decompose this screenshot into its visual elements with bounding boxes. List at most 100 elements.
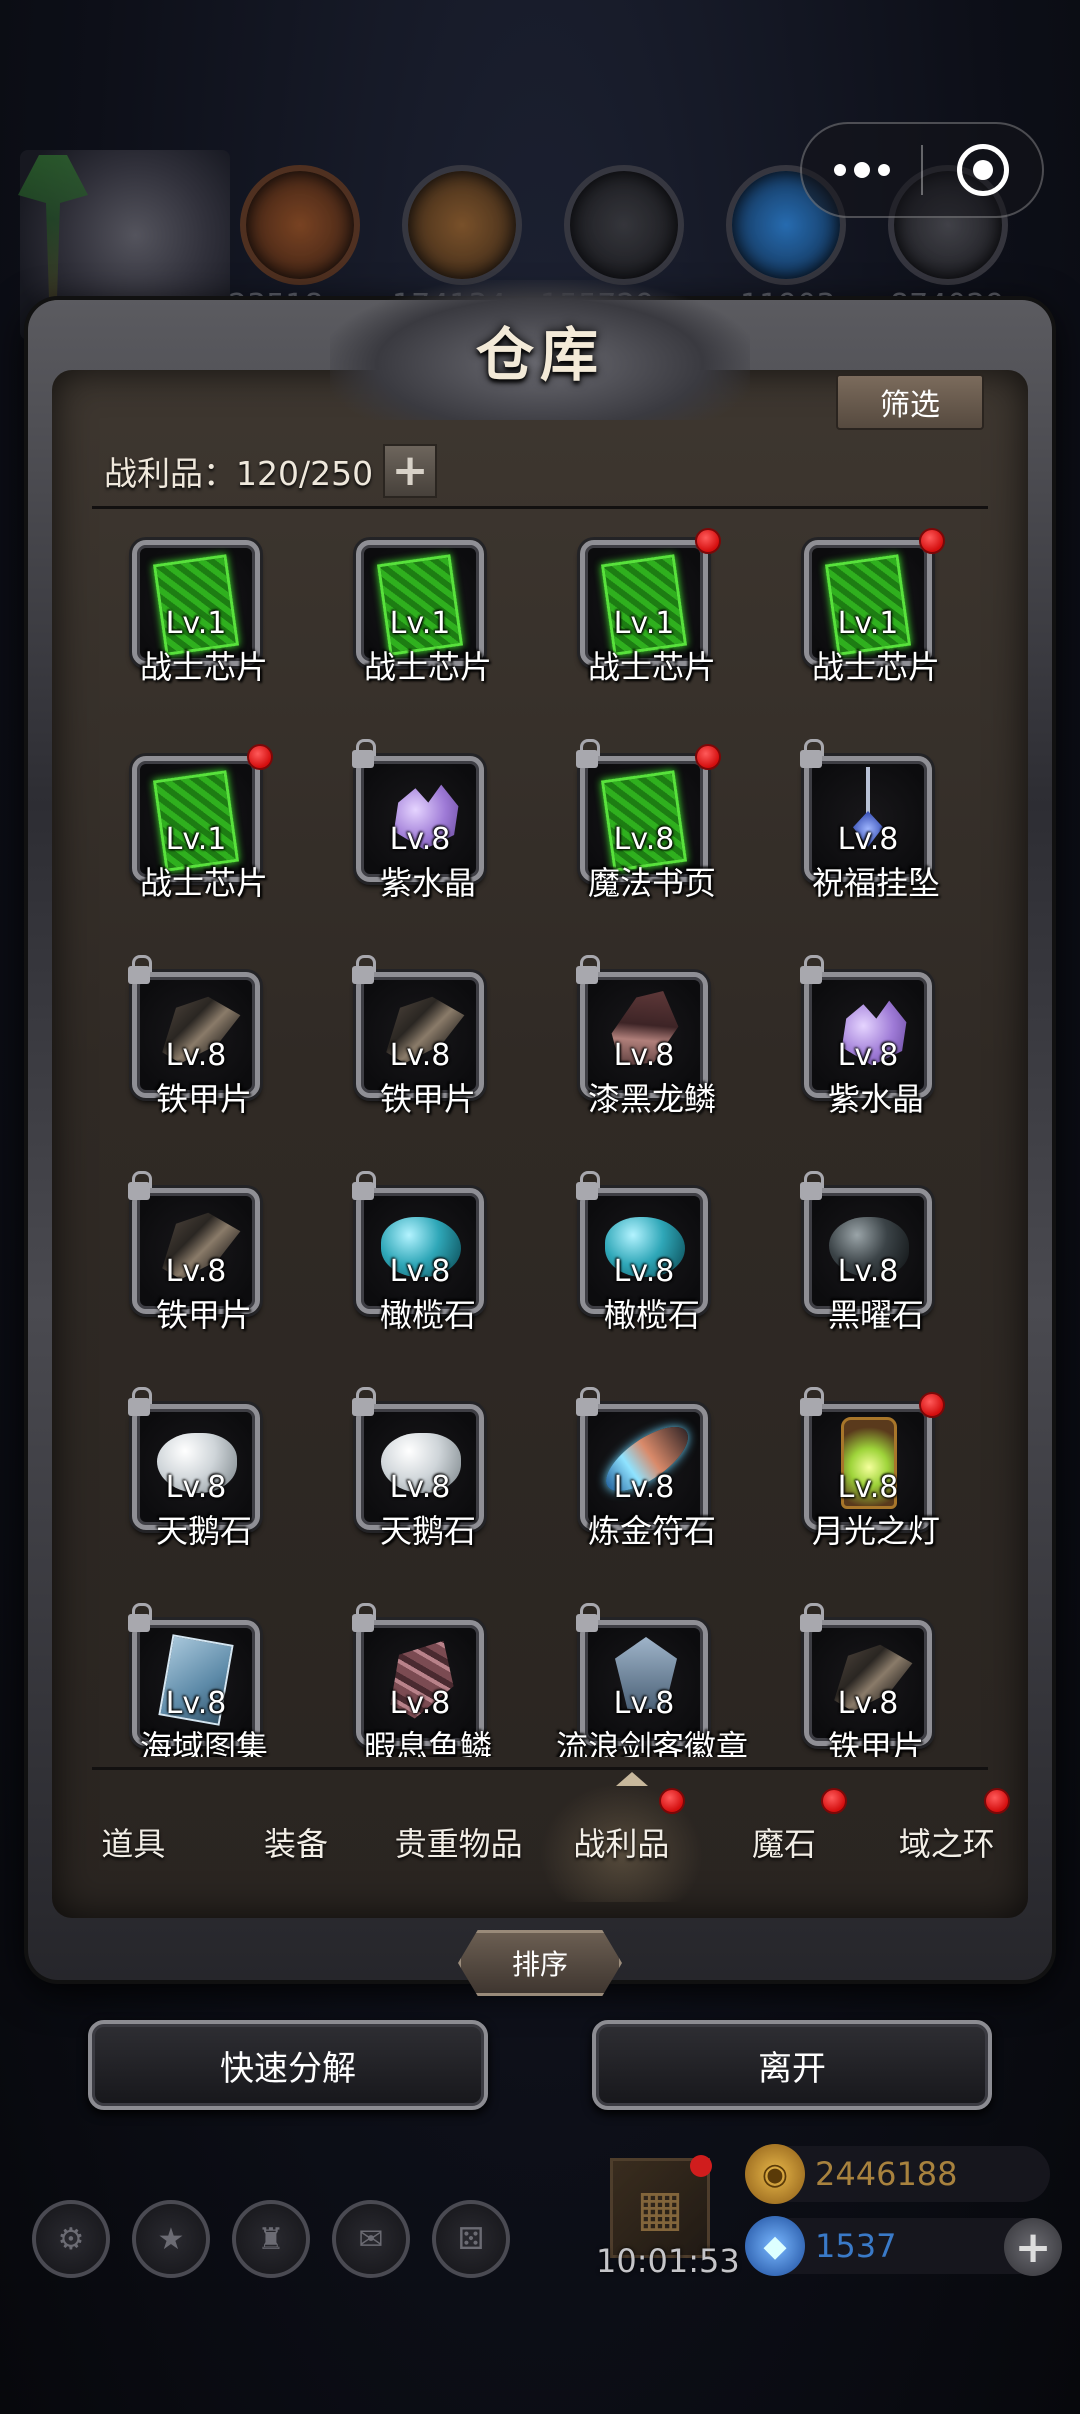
item-name: 黑曜石	[827, 1296, 924, 1334]
inventory-item[interactable]: Lv.8 橄榄石	[540, 1160, 764, 1376]
leave-button[interactable]: 离开	[592, 2020, 992, 2110]
guild-icon[interactable]: ♜	[232, 2200, 310, 2278]
item-level: Lv.1	[613, 606, 675, 641]
add-gems-button[interactable]: +	[1004, 2218, 1062, 2276]
new-item-dot	[695, 744, 721, 770]
inventory-item[interactable]: Lv.8 铁甲片	[92, 1160, 316, 1376]
item-name: 魔法书页	[587, 864, 716, 902]
item-name: 天鹅石	[155, 1512, 252, 1550]
inventory-item[interactable]: Lv.8 黑曜石	[764, 1160, 988, 1376]
item-name: 月光之灯	[811, 1512, 940, 1550]
item-name: 战士芯片	[363, 648, 492, 686]
item-level: Lv.8	[389, 1470, 451, 1505]
item-level: Lv.8	[165, 1038, 227, 1073]
inventory-item[interactable]: Lv.8 橄榄石	[316, 1160, 540, 1376]
tab-label: 贵重物品	[394, 1825, 523, 1863]
item-name: 战士芯片	[587, 648, 716, 686]
inventory-item[interactable]: Lv.1 战士芯片	[540, 512, 764, 728]
item-level: Lv.8	[837, 822, 899, 857]
item-level: Lv.8	[165, 1470, 227, 1505]
more-menu-button[interactable]	[802, 124, 921, 216]
item-level: Lv.8	[837, 1038, 899, 1073]
lock-icon	[800, 1387, 824, 1416]
mail-icon[interactable]: ✉	[332, 2200, 410, 2278]
inventory-item[interactable]: Lv.8 紫水晶	[764, 944, 988, 1160]
lock-icon	[800, 1603, 824, 1632]
lock-icon	[576, 739, 600, 768]
item-level: Lv.8	[165, 1254, 227, 1289]
inventory-item[interactable]: Lv.8 铁甲片	[316, 944, 540, 1160]
item-grid-viewport[interactable]: Lv.1 战士芯片 Lv.1 战士芯片 Lv.1 战士芯片 Lv.1 战士芯片 Lv.1 战士芯片…	[92, 512, 988, 1757]
filter-button[interactable]: 筛选	[836, 374, 984, 430]
tab-0[interactable]: 道具	[52, 1782, 215, 1902]
lock-icon	[128, 955, 152, 984]
item-name: 战士芯片	[139, 864, 268, 902]
new-item-dot	[919, 1392, 945, 1418]
miniprogram-capsule	[800, 122, 1044, 218]
inventory-item[interactable]: Lv.8 炼金符石	[540, 1376, 764, 1592]
lock-icon	[128, 1387, 152, 1416]
item-level: Lv.8	[613, 1686, 675, 1721]
quick-decompose-button[interactable]: 快速分解	[88, 2020, 488, 2110]
item-level: Lv.8	[389, 822, 451, 857]
dot-icon	[833, 164, 846, 176]
inventory-item[interactable]: Lv.8 紫水晶	[316, 728, 540, 944]
star-icon[interactable]: ★	[132, 2200, 210, 2278]
inventory-item[interactable]: Lv.1 战士芯片	[316, 512, 540, 728]
inventory-item[interactable]: Lv.1 战士芯片	[764, 512, 988, 728]
lock-icon	[576, 1603, 600, 1632]
inventory-item[interactable]: Lv.1 战士芯片	[92, 512, 316, 728]
lock-icon	[576, 1171, 600, 1200]
inventory-item[interactable]: Lv.8 漆黑龙鳞	[540, 944, 764, 1160]
inventory-item[interactable]: Lv.8 海域图集	[92, 1592, 316, 1757]
item-level: Lv.8	[165, 1686, 227, 1721]
gift-timer: 10:01:53	[596, 2242, 740, 2280]
tab-notification-dot	[658, 1788, 685, 1814]
new-item-dot	[695, 528, 721, 554]
tab-5[interactable]: 域之环	[865, 1782, 1028, 1902]
inventory-item[interactable]: Lv.8 铁甲片	[92, 944, 316, 1160]
lock-icon	[352, 1603, 376, 1632]
lock-icon	[576, 955, 600, 984]
expand-capacity-button[interactable]: +	[383, 444, 437, 498]
inventory-item[interactable]: Lv.8 天鹅石	[316, 1376, 540, 1592]
settings-icon[interactable]: ⚙	[32, 2200, 110, 2278]
item-level: Lv.1	[165, 822, 227, 857]
gold-coin-icon: ◉	[745, 2144, 805, 2204]
inventory-item[interactable]: Lv.8 天鹅石	[92, 1376, 316, 1592]
target-icon	[956, 144, 1009, 196]
close-miniprogram-button[interactable]	[923, 124, 1042, 216]
tab-2[interactable]: 贵重物品	[377, 1782, 540, 1902]
inventory-item[interactable]: Lv.8 祝福挂坠	[764, 728, 988, 944]
quick-decompose-label: 快速分解	[220, 2048, 356, 2089]
tab-label: 道具	[101, 1825, 166, 1863]
sort-button[interactable]: 排序	[458, 1930, 622, 1996]
item-level: Lv.1	[389, 606, 451, 641]
tab-1[interactable]: 装备	[215, 1782, 378, 1902]
inventory-item[interactable]: Lv.1 战士芯片	[92, 728, 316, 944]
lock-icon	[352, 1387, 376, 1416]
dice-icon[interactable]: ⚄	[432, 2200, 510, 2278]
inventory-item[interactable]: Lv.8 月光之灯	[764, 1376, 988, 1592]
item-name: 漆黑龙鳞	[587, 1080, 716, 1118]
tab-3[interactable]: 战利品	[540, 1782, 703, 1902]
tab-4[interactable]: 魔石	[703, 1782, 866, 1902]
item-level: Lv.8	[613, 1038, 675, 1073]
inventory-item[interactable]: Lv.8 流浪剑客徽章	[540, 1592, 764, 1757]
item-level: Lv.8	[613, 1470, 675, 1505]
capacity-label: 战利品：120/250	[104, 454, 374, 493]
item-name: 暇息鱼鳞	[363, 1728, 492, 1757]
item-name: 祝福挂坠	[811, 864, 940, 902]
lock-icon	[800, 739, 824, 768]
item-level: Lv.8	[389, 1038, 451, 1073]
panel-title: 仓库	[475, 321, 604, 389]
tab-label: 装备	[264, 1825, 329, 1863]
category-tabs: 道具 装备 贵重物品 战利品 魔石 域之环	[52, 1782, 1028, 1902]
inventory-item[interactable]: Lv.8 铁甲片	[764, 1592, 988, 1757]
lock-icon	[128, 1603, 152, 1632]
gold-amount: 2446188	[815, 2155, 958, 2193]
pendant-icon	[866, 767, 870, 817]
inventory-item[interactable]: Lv.8 魔法书页	[540, 728, 764, 944]
item-name: 紫水晶	[827, 1080, 924, 1118]
inventory-item[interactable]: Lv.8 暇息鱼鳞	[316, 1592, 540, 1757]
